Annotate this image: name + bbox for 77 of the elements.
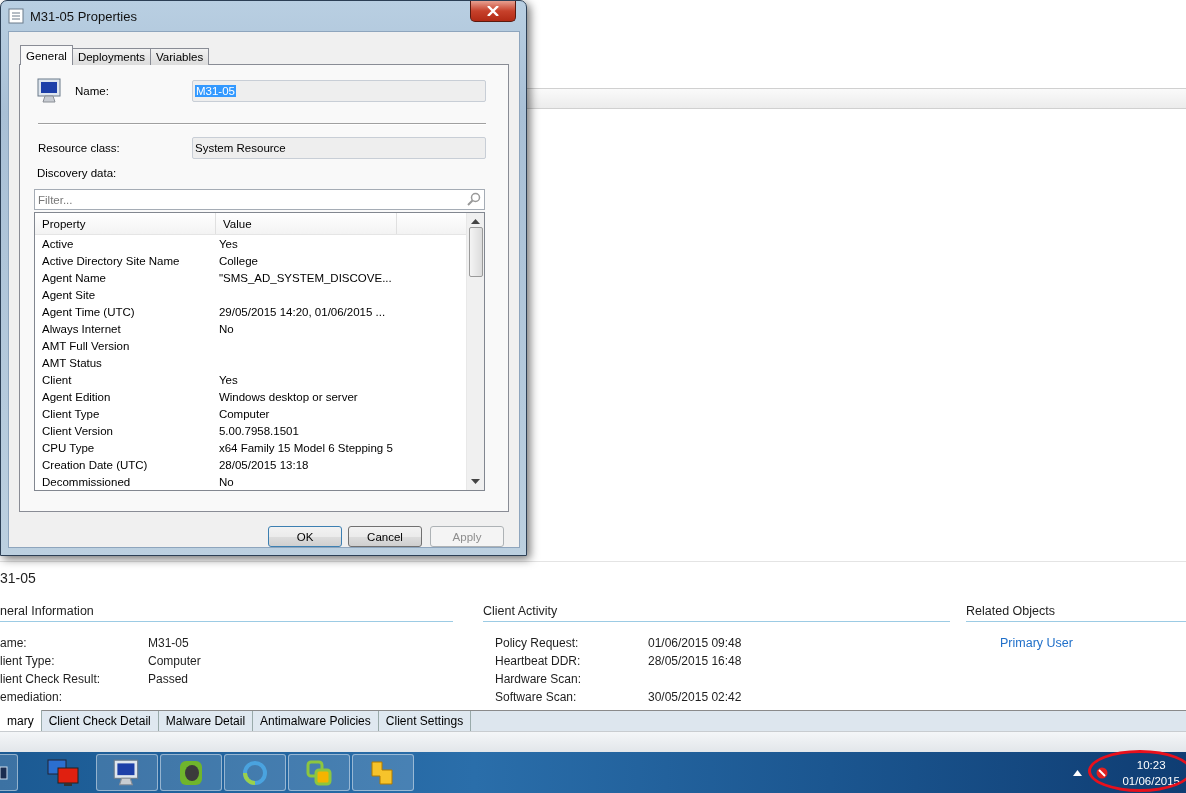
scrollbar[interactable]: [466, 213, 484, 490]
taskbar-button[interactable]: [160, 754, 222, 791]
column-header[interactable]: Value: [216, 213, 397, 234]
field-label: ame:: [0, 636, 28, 650]
resource-class-field[interactable]: System Resource: [192, 137, 486, 159]
detail-tab[interactable]: mary: [0, 710, 42, 731]
value-cell-text: Yes: [217, 237, 239, 250]
dialog-tab[interactable]: Variables: [150, 48, 210, 65]
filter-field[interactable]: Filter...: [34, 189, 485, 210]
properties-icon: [8, 8, 24, 24]
close-icon: [487, 6, 499, 16]
property-cell-text: Agent Edition: [41, 390, 112, 403]
detail-title: 31-05: [0, 569, 37, 588]
value-cell-text: Yes: [217, 373, 239, 386]
field-label: Name:: [75, 85, 110, 97]
field-label: Policy Request:: [495, 636, 580, 650]
clock-date: 01/06/2015: [1122, 773, 1180, 789]
value-cell-text: No: [217, 475, 235, 488]
section-heading: neral Information: [0, 604, 453, 622]
taskbar-button[interactable]: [0, 754, 18, 791]
value-cell-text: Computer: [217, 407, 271, 420]
no-entry-icon[interactable]: [1096, 766, 1109, 779]
field-label: Software Scan:: [495, 690, 578, 704]
value-cell-text: Windows desktop or server: [217, 390, 359, 403]
property-cell-text: Always Internet: [41, 322, 122, 335]
property-cell-text: Client Version: [41, 424, 114, 437]
dialog-tab[interactable]: Deployments: [71, 48, 152, 65]
field-label: Resource class:: [38, 142, 121, 154]
close-button[interactable]: [470, 1, 516, 22]
property-cell-text: Decommissioned: [41, 475, 132, 488]
field-value: M31-05: [148, 636, 189, 650]
section-heading: Related Objects: [966, 604, 1186, 622]
property-cell-text: Client Type: [41, 407, 101, 420]
value-cell-text: College: [217, 254, 259, 267]
field-label: lient Type:: [0, 654, 56, 668]
field-value: 28/05/2015 16:48: [648, 654, 742, 668]
property-cell-text: Agent Name: [41, 271, 107, 284]
dialog-button[interactable]: Cancel: [348, 526, 422, 547]
property-cell-text: Agent Site: [41, 288, 97, 301]
related-link[interactable]: Primary User: [1000, 636, 1073, 650]
clock-time: 10:23: [1135, 757, 1167, 773]
property-cell-text: Client: [41, 373, 73, 386]
dialog-title: M31-05 Properties: [30, 8, 137, 24]
search-icon: [467, 192, 481, 206]
field-value: 01/06/2015 09:48: [648, 636, 742, 650]
field-value: Computer: [148, 654, 201, 668]
value-cell-text: "SMS_AD_SYSTEM_DISCOVE...: [217, 271, 393, 284]
scroll-up-icon: [471, 219, 480, 224]
dialog-tab[interactable]: General: [20, 45, 73, 65]
taskbar-button[interactable]: [96, 754, 158, 791]
value-cell-text: 29/05/2015 14:20, 01/06/2015 ...: [217, 305, 387, 318]
field-label: Discovery data:: [36, 167, 118, 181]
monitors-icon: [46, 757, 80, 788]
column-header[interactable]: Property: [35, 213, 216, 234]
scrollbar-thumb[interactable]: [468, 227, 483, 277]
dialog-button[interactable]: OK: [268, 526, 342, 547]
scroll-down-icon: [471, 479, 480, 484]
field-value: Passed: [148, 672, 189, 686]
field-label: Hardware Scan:: [495, 672, 583, 686]
value-cell-text: No: [217, 322, 235, 335]
property-cell-text: CPU Type: [41, 441, 96, 454]
value-cell-text: x64 Family 15 Model 6 Stepping 5: [217, 441, 394, 454]
property-cell-text: Creation Date (UTC): [41, 458, 149, 471]
field-label: lient Check Result:: [0, 672, 102, 686]
section-heading: Client Activity: [483, 604, 950, 622]
value-cell-text: 28/05/2015 13:18: [217, 458, 310, 471]
property-cell-text: Agent Time (UTC): [41, 305, 136, 318]
field-value: 30/05/2015 02:42: [648, 690, 742, 704]
property-cell-text: AMT Full Version: [41, 339, 131, 352]
property-cell-text: Active: [41, 237, 75, 250]
property-cell-text: AMT Status: [41, 356, 103, 369]
caret-up-icon[interactable]: [1073, 769, 1083, 776]
field-label: Heartbeat DDR:: [495, 654, 582, 668]
property-cell-text: Active Directory Site Name: [41, 254, 181, 267]
window-icon: [0, 764, 8, 781]
field-label: emediation:: [0, 690, 64, 704]
value-cell-text: 5.00.7958.1501: [217, 424, 300, 437]
